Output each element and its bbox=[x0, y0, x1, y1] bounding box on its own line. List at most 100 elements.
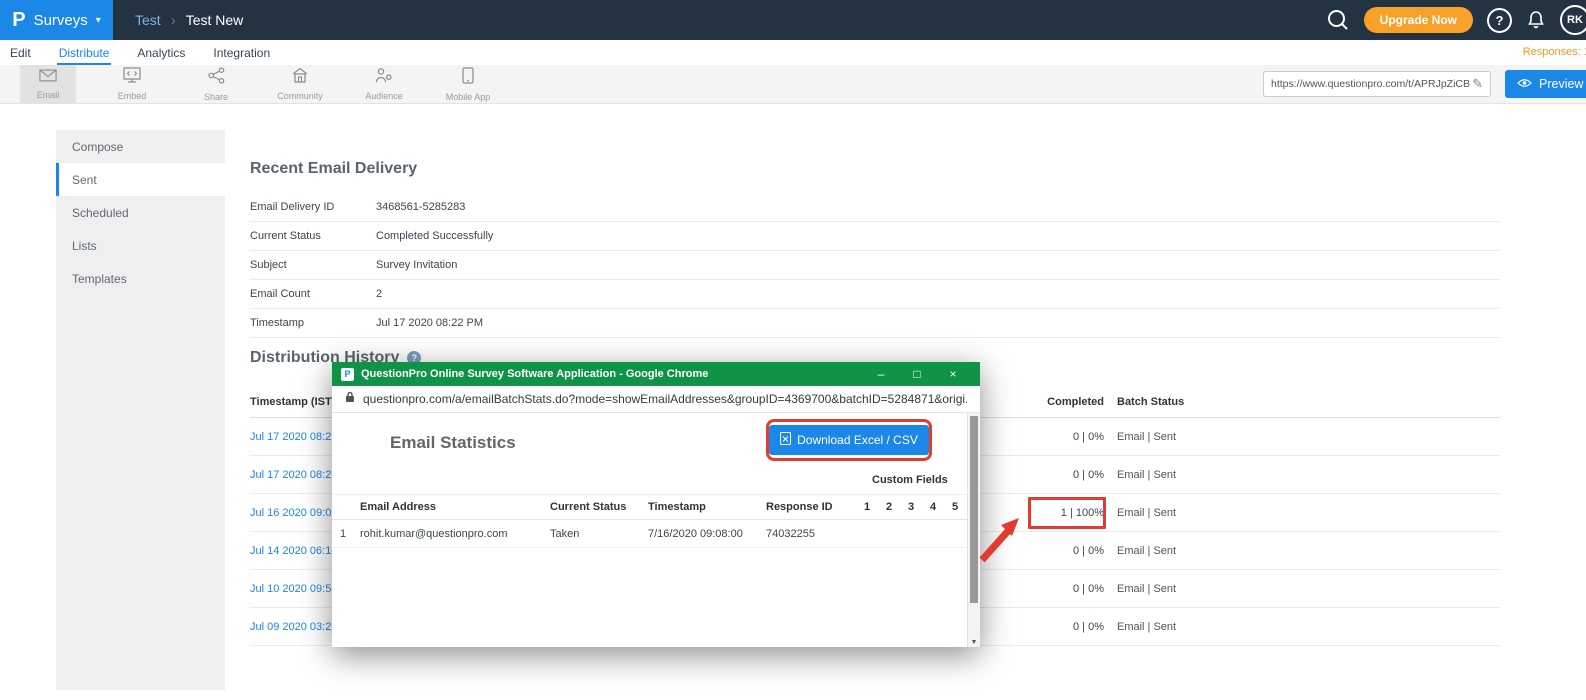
search-icon[interactable] bbox=[1326, 8, 1350, 32]
toolbar-item-label: Audience bbox=[365, 91, 403, 101]
detail-label: Email Count bbox=[250, 288, 376, 300]
row-completed-highlighted: 1 | 100% bbox=[1040, 507, 1104, 519]
tab-analytics[interactable]: Analytics bbox=[135, 43, 187, 65]
mobile-app-icon bbox=[462, 67, 474, 89]
audience-icon bbox=[375, 67, 393, 88]
detail-value: Survey Invitation bbox=[376, 259, 457, 271]
detail-value: Jul 17 2020 08:22 PM bbox=[376, 317, 483, 329]
questionpro-favicon: P bbox=[341, 368, 354, 381]
product-switcher[interactable]: P Surveys ▾ bbox=[0, 0, 113, 40]
row-batch-status: Email | Sent bbox=[1117, 545, 1487, 557]
toolbar-item-embed[interactable]: Embed bbox=[104, 65, 160, 103]
detail-label: Timestamp bbox=[250, 317, 376, 329]
breadcrumb-survey[interactable]: Test bbox=[135, 12, 161, 28]
toolbar-item-community[interactable]: Community bbox=[272, 65, 328, 103]
toolbar-item-email[interactable]: Email bbox=[20, 65, 76, 103]
detail-label: Subject bbox=[250, 259, 376, 271]
survey-link-field: ✎ bbox=[1263, 71, 1491, 97]
lock-icon bbox=[345, 390, 355, 408]
row-completed: 0 | 0% bbox=[1040, 431, 1104, 443]
survey-tabbar: Edit Distribute Analytics Integration bbox=[0, 40, 1586, 65]
detail-row: Email Count 2 bbox=[250, 280, 1500, 309]
popup-titlebar[interactable]: P QuestionPro Online Survey Software App… bbox=[332, 362, 980, 386]
tab-edit[interactable]: Edit bbox=[8, 43, 33, 65]
email-statistics-popup: P QuestionPro Online Survey Software App… bbox=[332, 362, 980, 647]
edit-link-pencil-icon[interactable]: ✎ bbox=[1472, 76, 1483, 92]
row-batch-status: Email | Sent bbox=[1117, 621, 1487, 633]
row-batch-status: Email | Sent bbox=[1117, 469, 1487, 481]
detail-value: 2 bbox=[376, 288, 382, 300]
sidebar-item-lists[interactable]: Lists bbox=[56, 229, 225, 262]
row-email: rohit.kumar@questionpro.com bbox=[360, 528, 550, 540]
row-response-id: 74032255 bbox=[766, 528, 856, 540]
responses-count[interactable]: Responses: 1 bbox=[1523, 46, 1586, 58]
breadcrumb-separator-icon: › bbox=[171, 12, 176, 29]
row-completed: 0 | 0% bbox=[1040, 583, 1104, 595]
sidebar-item-sent[interactable]: Sent bbox=[56, 163, 225, 196]
survey-link-input[interactable] bbox=[1271, 78, 1472, 90]
col-response-id: Response ID bbox=[766, 501, 856, 513]
col-batch-status: Batch Status bbox=[1117, 396, 1487, 408]
toolbar-item-label: Community bbox=[277, 91, 323, 101]
toolbar-item-mobile-app[interactable]: Mobile App bbox=[440, 65, 496, 103]
col-custom-4: 4 bbox=[922, 501, 944, 513]
col-custom-1: 1 bbox=[856, 501, 878, 513]
col-custom-2: 2 bbox=[878, 501, 900, 513]
row-batch-status: Email | Sent bbox=[1117, 583, 1487, 595]
row-batch-status: Email | Sent bbox=[1117, 431, 1487, 443]
toolbar-item-share[interactable]: Share bbox=[188, 65, 244, 103]
popup-body: Email Statistics Download Excel / CSV Cu… bbox=[332, 413, 980, 647]
excel-file-icon bbox=[780, 432, 791, 448]
product-label: Surveys bbox=[34, 12, 88, 29]
recent-delivery-table: Email Delivery ID 3468561-5285283 Curren… bbox=[250, 193, 1500, 338]
popup-address-bar: questionpro.com/a/emailBatchStats.do?mod… bbox=[332, 386, 980, 413]
detail-value: Completed Successfully bbox=[376, 230, 493, 242]
popup-window-title: QuestionPro Online Survey Software Appli… bbox=[361, 368, 856, 380]
row-batch-status: Email | Sent bbox=[1117, 507, 1487, 519]
col-custom-3: 3 bbox=[900, 501, 922, 513]
detail-value: 3468561-5285283 bbox=[376, 201, 465, 213]
popup-url[interactable]: questionpro.com/a/emailBatchStats.do?mod… bbox=[363, 392, 967, 406]
preview-button-label: Preview bbox=[1539, 77, 1583, 91]
col-timestamp: Timestamp bbox=[648, 501, 766, 513]
sidebar-item-scheduled[interactable]: Scheduled bbox=[56, 196, 225, 229]
detail-row: Current Status Completed Successfully bbox=[250, 222, 1500, 251]
detail-row: Timestamp Jul 17 2020 08:22 PM bbox=[250, 309, 1500, 338]
email-icon bbox=[39, 69, 57, 87]
download-excel-csv-button[interactable]: Download Excel / CSV bbox=[769, 425, 929, 455]
toolbar-item-audience[interactable]: Audience bbox=[356, 65, 412, 103]
sidebar-item-templates[interactable]: Templates bbox=[56, 262, 225, 295]
notifications-bell-icon[interactable] bbox=[1526, 10, 1546, 30]
user-avatar[interactable]: RK bbox=[1560, 5, 1586, 35]
row-current-status: Taken bbox=[550, 528, 648, 540]
eye-icon bbox=[1517, 77, 1532, 91]
help-icon[interactable]: ? bbox=[1487, 8, 1512, 33]
preview-button[interactable]: Preview bbox=[1505, 70, 1586, 98]
recent-delivery-title: Recent Email Delivery bbox=[250, 160, 417, 178]
chevron-down-icon: ▾ bbox=[96, 15, 101, 26]
col-completed: Completed bbox=[1040, 396, 1104, 408]
share-icon bbox=[208, 67, 225, 89]
toolbar-item-label: Email bbox=[37, 90, 60, 100]
scrollbar-thumb[interactable] bbox=[970, 416, 978, 603]
minimize-icon[interactable]: – bbox=[863, 362, 899, 386]
download-button-label: Download Excel / CSV bbox=[797, 433, 918, 447]
tab-distribute[interactable]: Distribute bbox=[57, 43, 112, 65]
breadcrumb-current: Test New bbox=[186, 12, 244, 28]
maximize-icon[interactable]: □ bbox=[899, 362, 935, 386]
embed-icon bbox=[123, 67, 141, 88]
col-custom-5: 5 bbox=[944, 501, 966, 513]
row-timestamp: 7/16/2020 09:08:00 bbox=[648, 528, 766, 540]
close-icon[interactable]: × bbox=[935, 362, 971, 386]
email-stats-header: Email Address Current Status Timestamp R… bbox=[332, 494, 967, 520]
tab-integration[interactable]: Integration bbox=[211, 43, 272, 65]
upgrade-now-button[interactable]: Upgrade Now bbox=[1364, 7, 1473, 33]
detail-row: Email Delivery ID 3468561-5285283 bbox=[250, 193, 1500, 222]
row-completed: 0 | 0% bbox=[1040, 469, 1104, 481]
popup-scrollbar[interactable]: ▼ bbox=[967, 413, 980, 647]
top-navbar: P Surveys ▾ Test › Test New Upgrade Now … bbox=[0, 0, 1586, 40]
row-completed: 0 | 0% bbox=[1040, 621, 1104, 633]
scroll-down-arrow-icon[interactable]: ▼ bbox=[968, 639, 980, 646]
topnav-right-cluster: Upgrade Now ? RK bbox=[1326, 5, 1586, 35]
sidebar-item-compose[interactable]: Compose bbox=[56, 130, 225, 163]
